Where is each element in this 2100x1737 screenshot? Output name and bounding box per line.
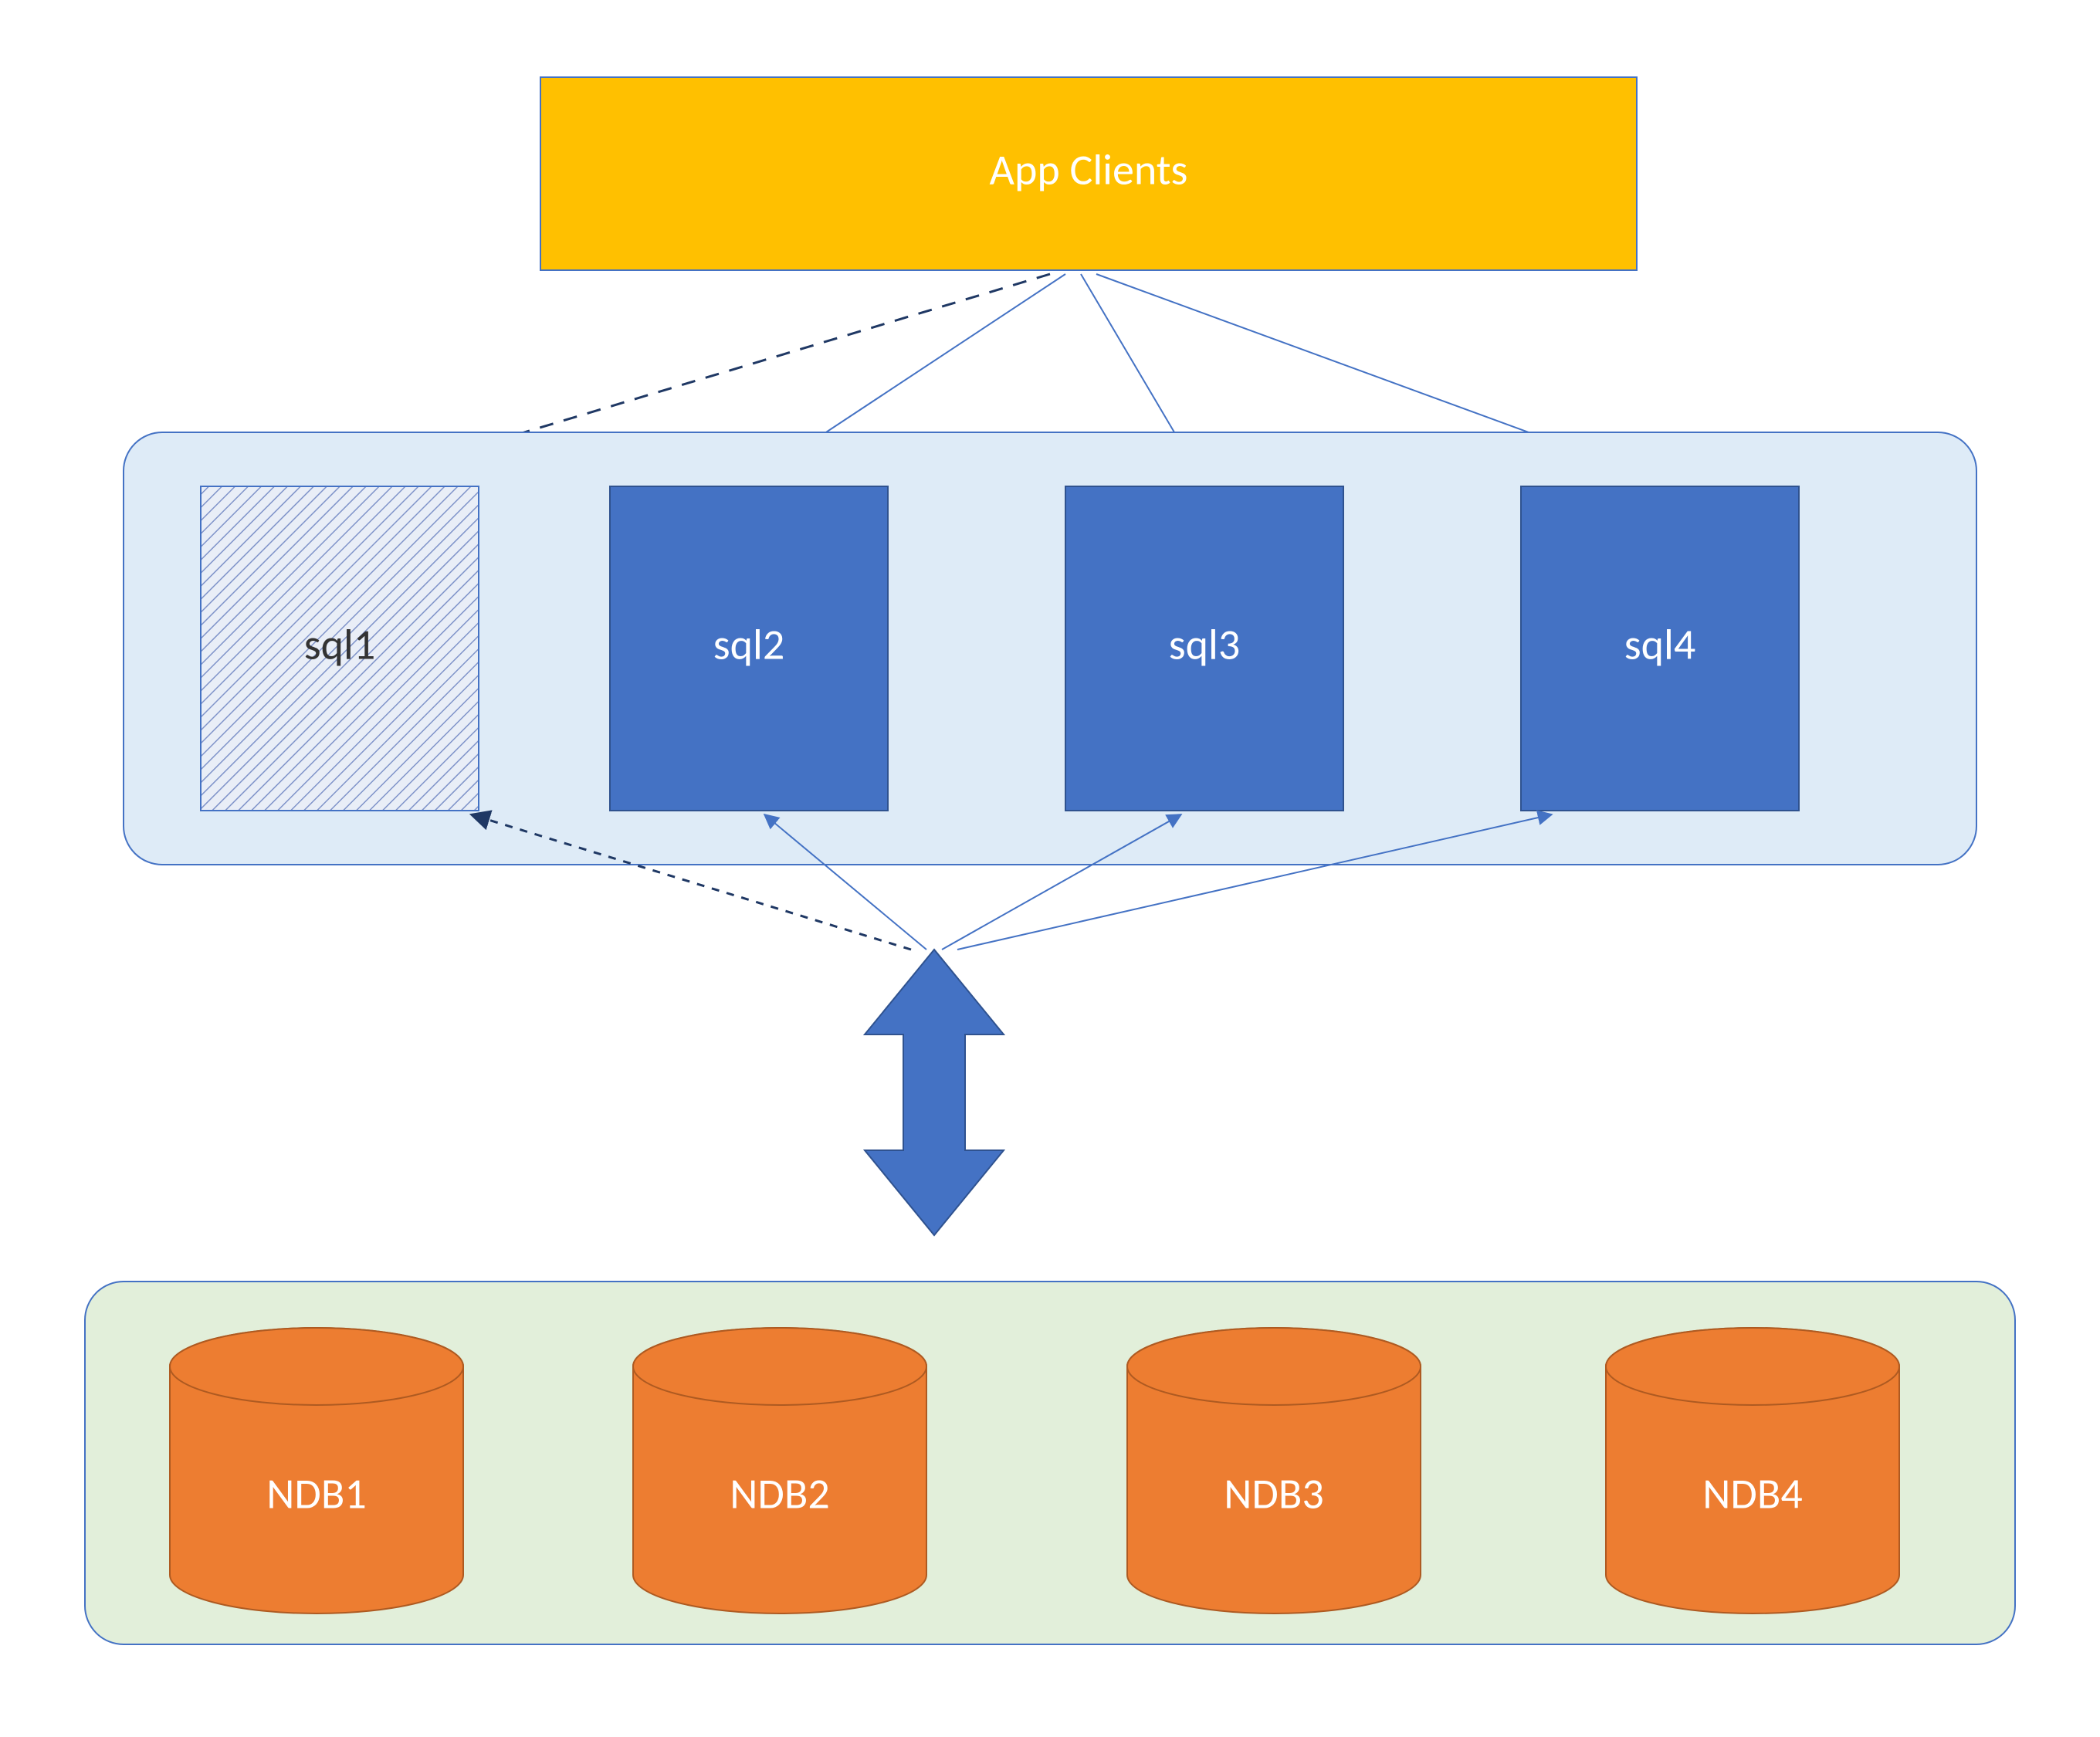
- sql1-label: sql1: [304, 618, 376, 671]
- architecture-diagram: App Clients sql1 sql2 sql3: [0, 0, 2100, 1737]
- sql4-node: sql4: [1521, 486, 1799, 811]
- app-clients-box: App Clients: [540, 77, 1637, 270]
- ndb3-label: NDB3: [1224, 1468, 1323, 1520]
- sql4-label: sql4: [1624, 618, 1696, 671]
- ndb1-node: NDB1: [170, 1328, 463, 1613]
- sql2-label: sql2: [713, 618, 785, 671]
- ndb3-node: NDB3: [1127, 1328, 1421, 1613]
- sql-row: sql1 sql2 sql3 sql4: [124, 432, 1976, 865]
- sql3-label: sql3: [1169, 618, 1241, 671]
- ndb2-node: NDB2: [633, 1328, 926, 1613]
- ndb4-node: NDB4: [1606, 1328, 1899, 1613]
- ndb4-label: NDB4: [1702, 1468, 1802, 1520]
- ndb2-label: NDB2: [730, 1468, 829, 1520]
- sql-ndb-double-arrow: [865, 950, 1004, 1235]
- ndb-row: NDB1 NDB2 NDB3 NDB4: [85, 1282, 2015, 1644]
- ndb1-label: NDB1: [266, 1468, 366, 1520]
- sql3-node: sql3: [1065, 486, 1343, 811]
- sql1-node: sql1: [201, 486, 479, 811]
- sql2-node: sql2: [610, 486, 888, 811]
- app-clients-label: App Clients: [990, 144, 1188, 196]
